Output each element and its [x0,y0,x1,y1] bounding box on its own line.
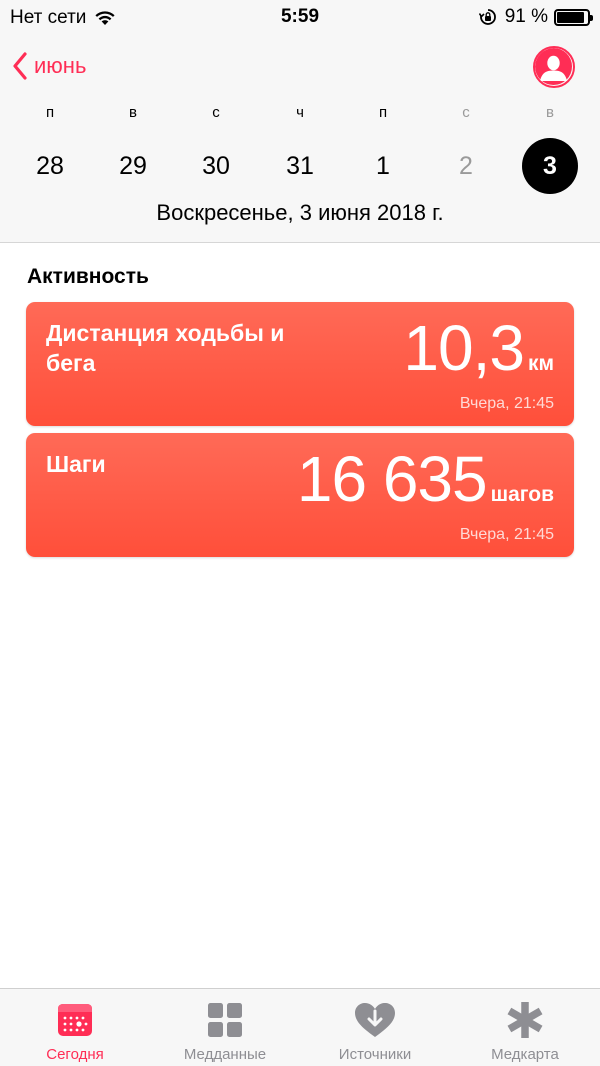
card-value-unit: км [527,352,554,375]
selected-date-label: Воскресенье, 3 июня 2018 г. [156,200,444,225]
calendar-today-icon [57,1000,93,1040]
tab-health-data[interactable]: Медданные [150,989,300,1066]
steps-card[interactable]: Шаги 16 635 шагов Вчера, 21:45 [26,433,574,557]
weekday-label: с [212,104,220,121]
tab-label: Источники [338,1046,412,1063]
back-button[interactable]: июнь [12,52,86,80]
day-cell[interactable]: 28 [22,138,78,194]
battery-percent: 91 % [504,6,548,27]
tab-medical-id[interactable]: Медкарта [450,989,600,1066]
weekday-label: п [45,104,55,121]
status-right: 91 % [478,6,593,28]
section-title: Активность [27,265,149,288]
card-value-number: 16 635 [296,443,488,515]
weekday-label: ч [296,104,304,121]
day-cell[interactable]: 31 [272,138,328,194]
chevron-left-icon [13,52,27,80]
grid-icon [207,1000,243,1040]
distance-card[interactable]: Дистанция ходьбы и бега 10,3 км Вчера, 2… [26,302,574,426]
card-timestamp: Вчера, 21:45 [459,395,554,412]
weekday-label: п [378,104,388,121]
tab-label: Медкарта [491,1046,559,1063]
card-value: 16 635 шагов [297,445,554,513]
asterisk-icon [505,1000,545,1040]
header-area: Нет сети 5:59 91 % июнь п в с ч п с в 28… [0,0,600,243]
tab-today[interactable]: Сегодня [0,989,150,1066]
day-cell[interactable]: 29 [105,138,161,194]
orientation-lock-icon [478,9,496,25]
battery-fill [557,11,585,23]
card-value: 10,3 км [403,314,554,382]
day-cell[interactable]: 30 [188,138,244,194]
card-value-unit: шагов [490,483,554,506]
day-row: 28 29 30 31 1 2 3 [0,138,600,194]
profile-button[interactable] [533,46,575,88]
heart-download-icon [354,1000,396,1040]
card-title: Дистанция ходьбы и бега [46,320,285,376]
tab-sources[interactable]: Источники [300,989,450,1066]
card-timestamp: Вчера, 21:45 [459,526,554,543]
back-label: июнь [34,53,87,78]
status-bar: Нет сети 5:59 91 % [0,0,600,34]
day-cell[interactable]: 2 [438,138,494,194]
weekday-row: п в с ч п с в [0,104,600,126]
weekday-label: в [129,104,137,121]
tab-label: Сегодня [46,1046,104,1063]
day-cell[interactable]: 1 [355,138,411,194]
day-cell-selected[interactable]: 3 [522,138,578,194]
card-value-number: 10,3 [403,312,525,384]
tab-label: Медданные [183,1046,267,1063]
weekday-label: с [462,104,470,121]
person-icon [535,48,572,85]
battery-icon [554,8,593,26]
battery-cap [590,14,593,21]
tab-bar: Сегодня Медданные Источники Медкарта [0,988,600,1066]
weekday-label: в [546,104,554,121]
card-title: Шаги [46,451,106,477]
